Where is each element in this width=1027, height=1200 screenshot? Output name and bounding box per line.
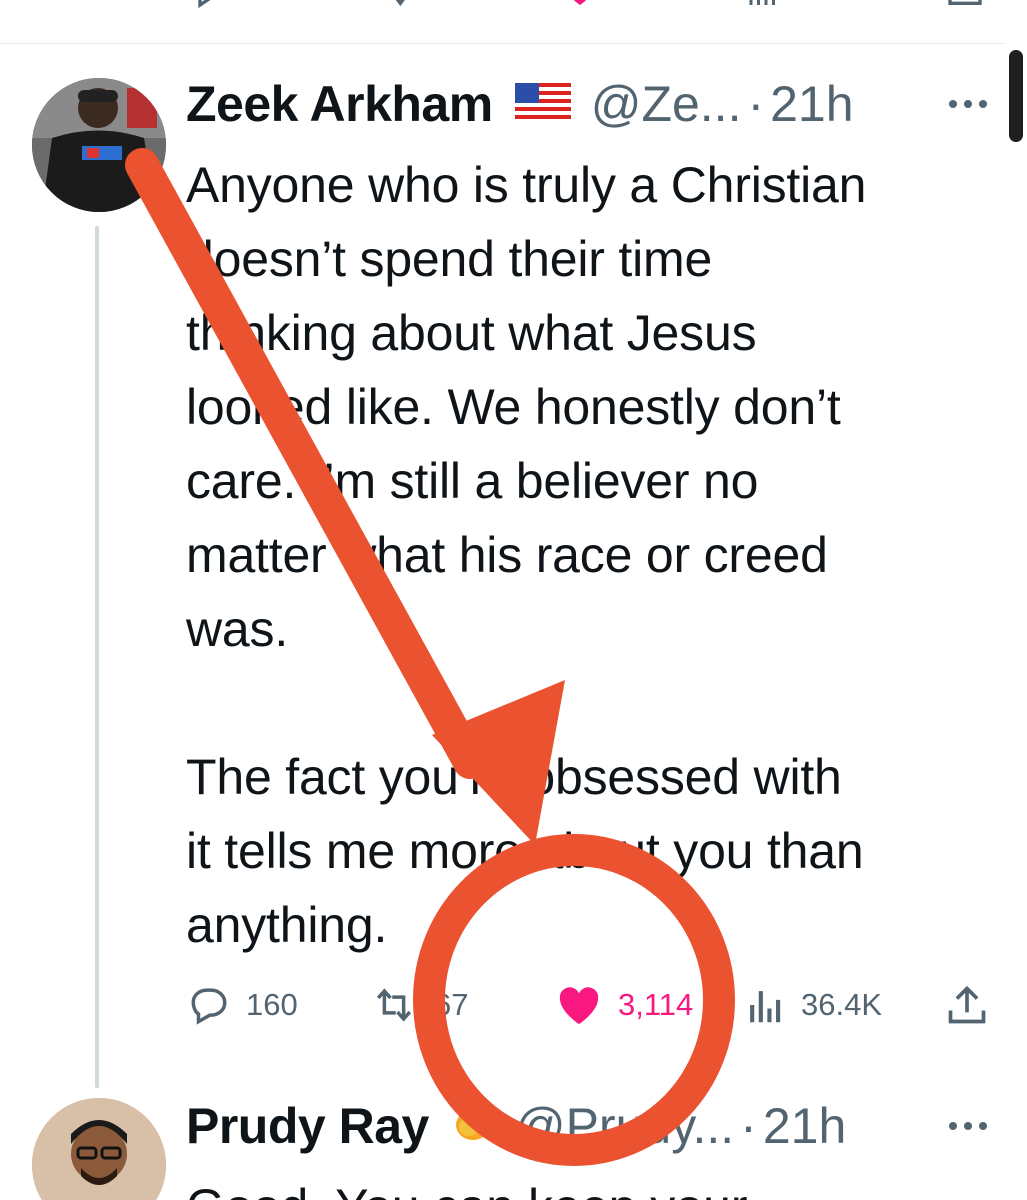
share-icon <box>948 985 986 1024</box>
tweet-header: Zeek Arkham @Ze... · 21h <box>186 74 854 134</box>
separator-dot: · <box>740 1098 757 1154</box>
tweet-divider <box>0 43 1005 44</box>
timestamp[interactable]: 21h <box>770 75 853 133</box>
reply-icon <box>191 988 227 1025</box>
like-icon[interactable] <box>560 0 600 10</box>
reply-icon[interactable] <box>190 0 230 10</box>
scrollbar[interactable] <box>1005 0 1027 1200</box>
avatar[interactable] <box>32 78 166 212</box>
user-handle[interactable]: @Ze... <box>591 75 742 133</box>
tweet-header: Prudy Ray @Prudy... · 21h <box>186 1096 846 1156</box>
mango-icon <box>451 1097 495 1155</box>
us-flag-icon <box>514 83 571 121</box>
views-count: 36.4K <box>801 987 883 1022</box>
thread-connector-line <box>95 226 99 1088</box>
more-options-icon[interactable] <box>948 1121 988 1131</box>
avatar[interactable] <box>32 1098 166 1200</box>
tweet-text: Good. You can keep your <box>186 1170 748 1200</box>
reply-count: 160 <box>246 987 298 1022</box>
retweet-button[interactable]: 67 <box>370 982 468 1028</box>
views-button[interactable]: 36.4K <box>747 982 882 1028</box>
heart-icon <box>559 987 599 1025</box>
flag-icon <box>514 75 571 133</box>
mango-emoji-icon <box>455 1103 490 1140</box>
views-icon[interactable] <box>745 0 781 10</box>
separator-dot: · <box>747 76 765 132</box>
display-name[interactable]: Prudy Ray <box>186 1097 429 1155</box>
bookmark-icon[interactable] <box>945 0 985 10</box>
display-name[interactable]: Zeek Arkham <box>186 75 493 133</box>
like-count: 3,114 <box>618 987 694 1022</box>
avatar-photo <box>32 1098 166 1200</box>
retweet-icon <box>376 988 412 1022</box>
user-handle[interactable]: @Prudy... <box>515 1097 734 1155</box>
scrollbar-thumb[interactable] <box>1009 50 1023 142</box>
share-button[interactable] <box>945 982 989 1028</box>
avatar-photo <box>32 78 166 212</box>
tweet-text: Anyone who is truly a Christian doesn’t … <box>186 157 867 953</box>
more-options-icon[interactable] <box>948 99 988 109</box>
timestamp[interactable]: 21h <box>763 1097 846 1155</box>
retweet-count: 67 <box>434 987 469 1022</box>
views-icon <box>750 991 781 1023</box>
reply-button[interactable]: 160 <box>188 982 298 1028</box>
retweet-icon[interactable] <box>370 0 414 10</box>
like-button[interactable]: 3,114 <box>556 982 693 1028</box>
previous-tweet-actions <box>0 0 1027 10</box>
